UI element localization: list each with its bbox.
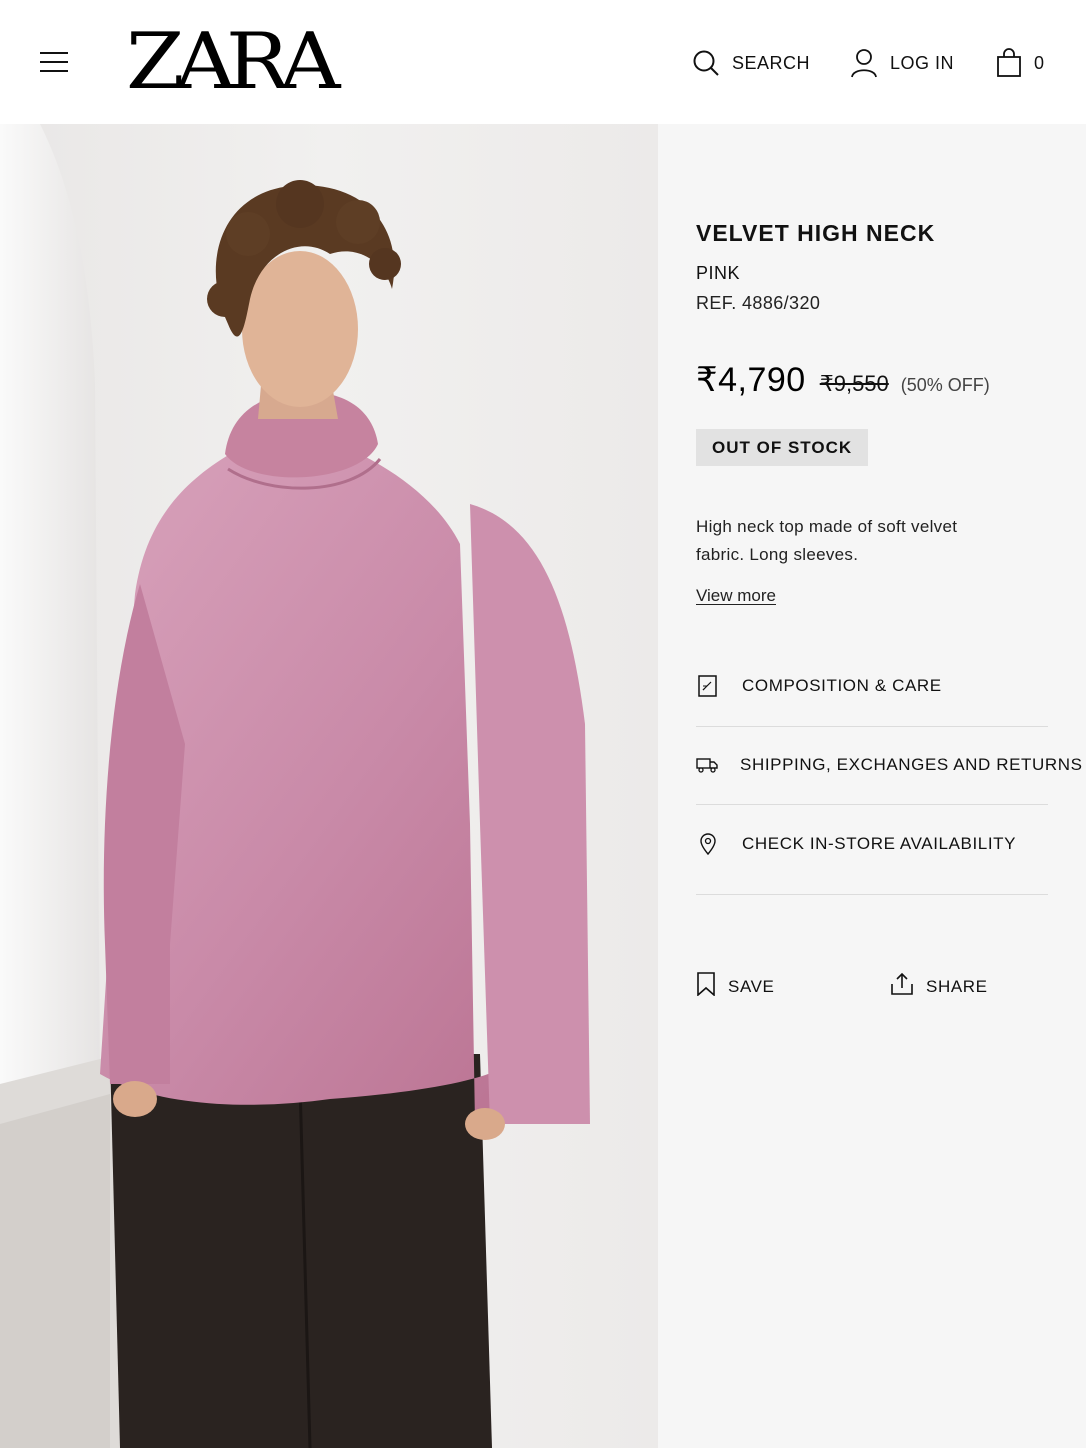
search-button[interactable]: SEARCH xyxy=(692,46,810,80)
product-color: PINK xyxy=(696,263,741,283)
current-price: ₹4,790 xyxy=(696,361,806,399)
product-image[interactable] xyxy=(0,124,658,1448)
store-availability-label: CHECK IN-STORE AVAILABILITY xyxy=(742,834,1017,853)
composition-care-label: COMPOSITION & CARE xyxy=(742,676,942,695)
location-pin-icon xyxy=(696,832,720,856)
login-button[interactable]: LOG IN xyxy=(850,46,954,80)
divider xyxy=(696,894,1048,895)
cart-button[interactable]: 0 xyxy=(996,46,1045,80)
cart-count: 0 xyxy=(1034,52,1045,73)
view-more-link[interactable]: View more xyxy=(696,586,776,606)
login-label: LOG IN xyxy=(890,52,955,73)
product-description: High neck top made of soft velvet fabric… xyxy=(696,517,958,564)
logo-text: ZARA xyxy=(126,17,340,107)
search-icon xyxy=(692,49,720,77)
share-icon xyxy=(890,972,914,1001)
hamburger-menu-icon[interactable] xyxy=(40,50,68,74)
product-title: VELVET HIGH NECK xyxy=(696,220,936,246)
product-info-panel: VELVET HIGH NECK PINK REF. 4886/320 ₹4,7… xyxy=(658,124,1086,1448)
composition-care-row[interactable]: COMPOSITION & CARE xyxy=(696,674,1048,698)
price-row: ₹4,790 ₹9,550 (50% OFF) xyxy=(696,360,990,400)
zara-logo[interactable]: ZARA xyxy=(126,22,340,102)
share-button[interactable]: SHARE xyxy=(890,972,988,1001)
user-icon xyxy=(850,48,878,78)
shipping-returns-row[interactable]: SHIPPING, EXCHANGES AND RETURNS xyxy=(696,753,1082,777)
discount-badge: (50% OFF) xyxy=(900,375,990,395)
save-button[interactable]: SAVE xyxy=(696,972,775,1001)
composition-tag-icon xyxy=(696,674,720,698)
shopping-bag-icon xyxy=(996,48,1022,78)
save-label: SAVE xyxy=(728,976,775,996)
share-label: SHARE xyxy=(926,976,988,996)
divider xyxy=(696,804,1048,805)
model-photo xyxy=(0,124,658,1448)
store-availability-row[interactable]: CHECK IN-STORE AVAILABILITY xyxy=(696,832,1048,856)
product-reference: REF. 4886/320 xyxy=(696,293,821,313)
truck-icon xyxy=(696,753,718,777)
site-header: ZARA SEARCH LOG IN 0 xyxy=(0,0,1086,124)
original-price: ₹9,550 xyxy=(819,371,889,396)
search-label: SEARCH xyxy=(732,52,811,73)
divider xyxy=(696,726,1048,727)
stock-status-badge: OUT OF STOCK xyxy=(696,429,869,466)
shipping-returns-label: SHIPPING, EXCHANGES AND RETURNS xyxy=(740,755,1083,774)
bookmark-icon xyxy=(696,972,716,1001)
